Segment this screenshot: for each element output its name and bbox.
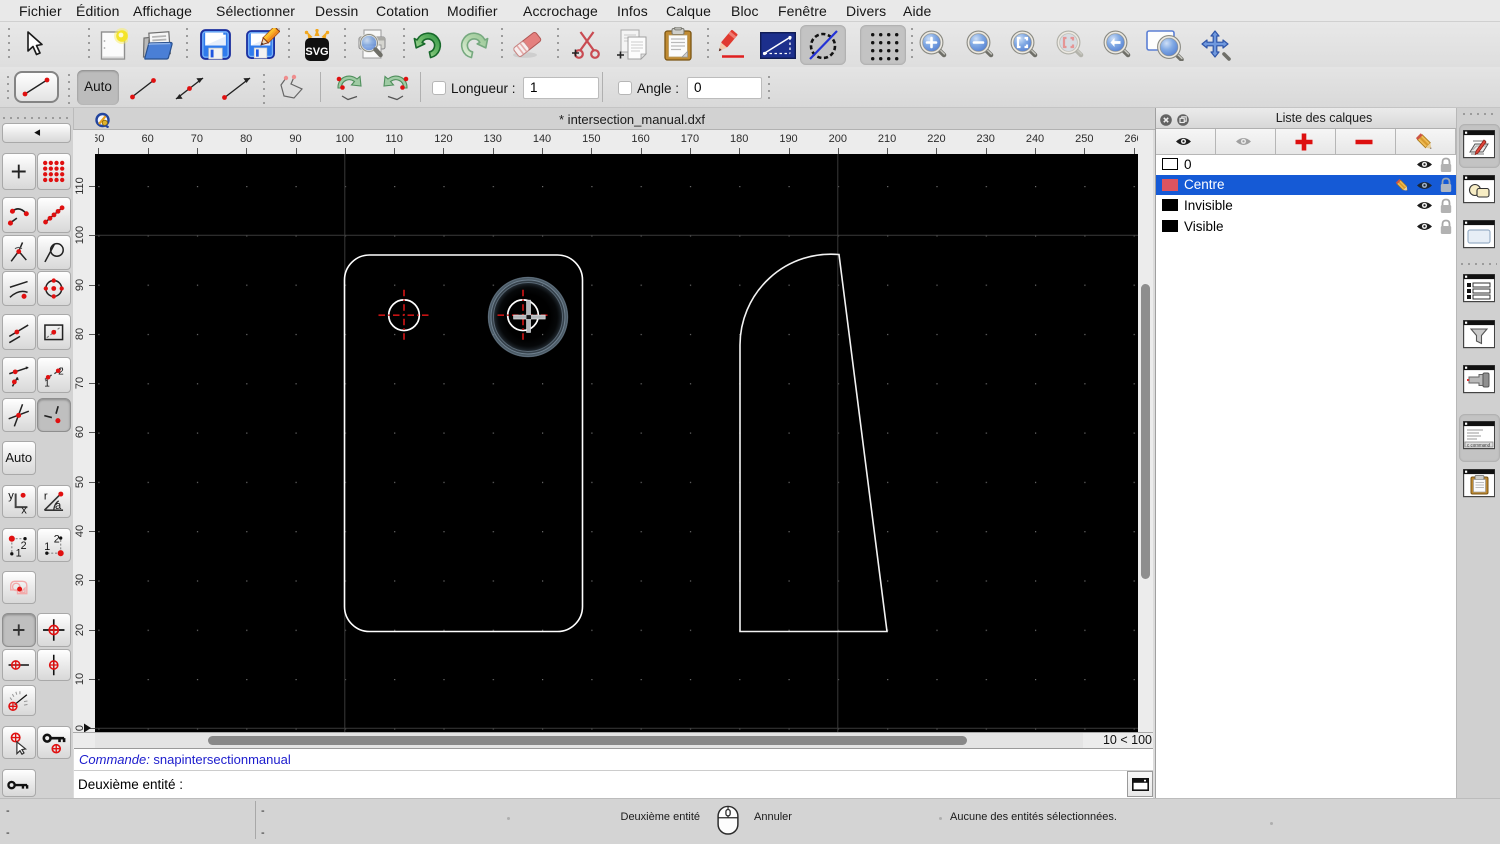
svg-text:c command: c command: [1466, 442, 1490, 447]
svg-text:2: 2: [54, 533, 60, 545]
svg-text:2: 2: [21, 540, 27, 552]
svg-text:x: x: [21, 504, 27, 514]
svg-text:1: 1: [44, 541, 50, 553]
svg-text:r: r: [44, 491, 48, 503]
svg-text:y: y: [8, 490, 14, 502]
svg-text:1: 1: [44, 378, 50, 388]
svg-text:a: a: [55, 500, 62, 512]
